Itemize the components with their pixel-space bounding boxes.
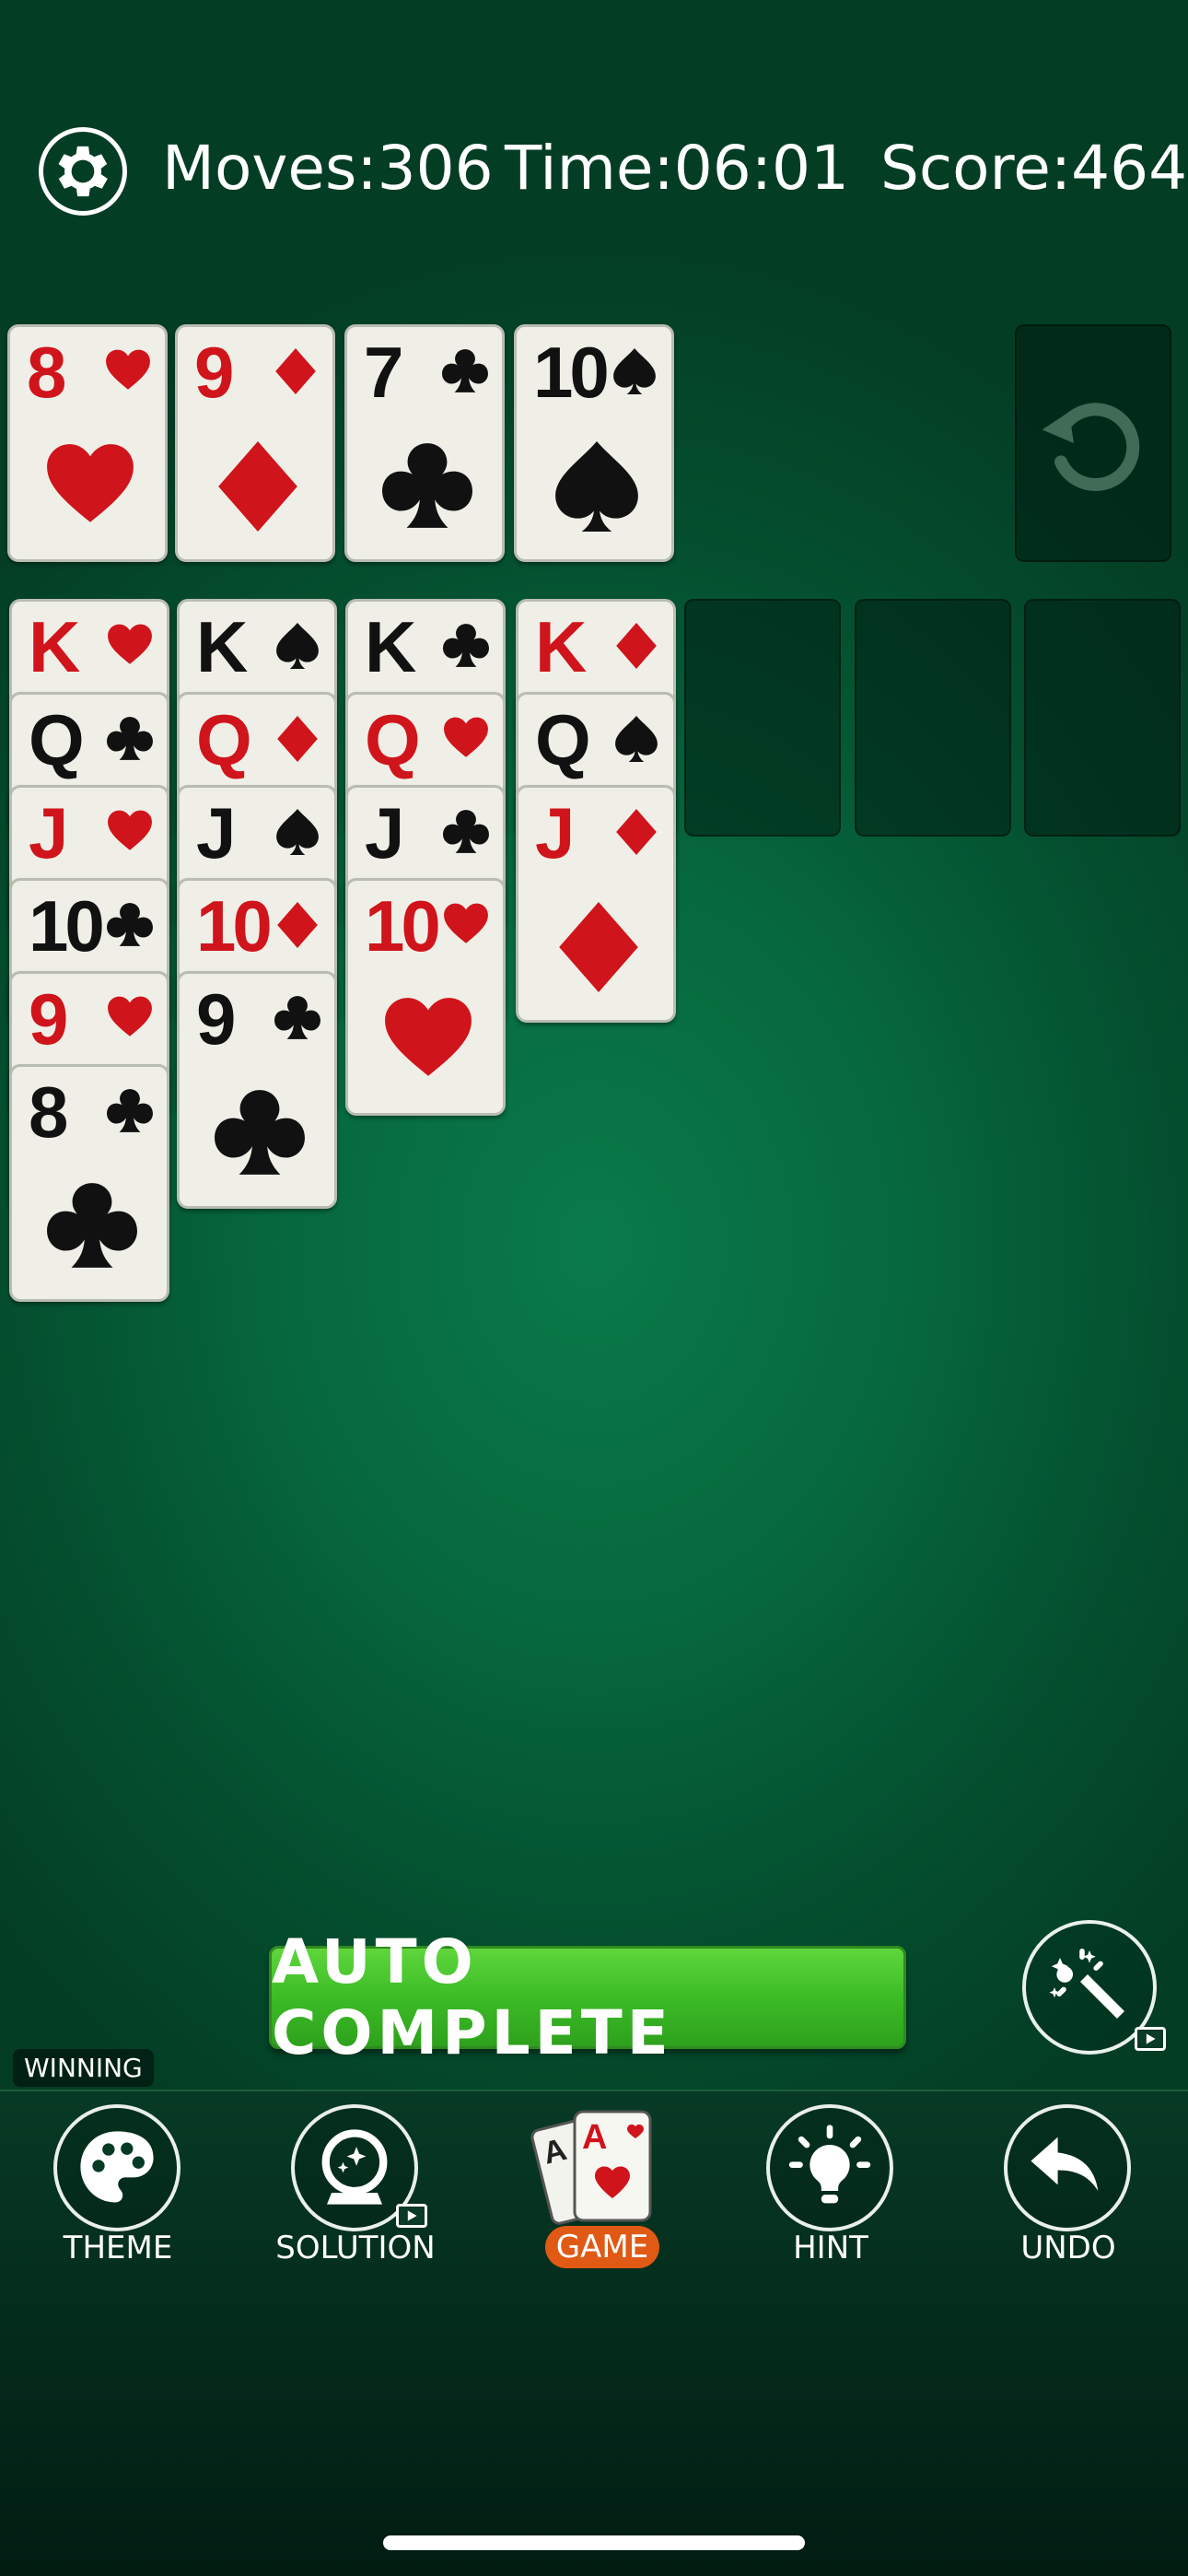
card-rank: 10 bbox=[533, 332, 610, 413]
tableau-card-1-6[interactable]: 8 bbox=[9, 1064, 169, 1302]
auto-complete-button[interactable]: AUTO COMPLETE bbox=[269, 1926, 906, 2068]
diamond-suit-icon bbox=[275, 348, 316, 394]
nav-theme[interactable]: THEME bbox=[26, 2091, 210, 2276]
card-rank: 10 bbox=[29, 885, 105, 966]
diamond-suit-icon bbox=[616, 623, 657, 669]
club-suit-icon bbox=[47, 1183, 137, 1268]
recycle-icon bbox=[1042, 403, 1140, 491]
moves-counter: Moves:306 bbox=[162, 133, 494, 204]
nav-solution[interactable]: SOLUTION bbox=[263, 2091, 448, 2276]
hint-button[interactable] bbox=[766, 2104, 893, 2231]
diamond-suit-icon bbox=[559, 902, 638, 992]
heart-suit-icon bbox=[444, 717, 488, 757]
empty-tableau-slot[interactable] bbox=[684, 599, 841, 837]
diamond-suit-icon bbox=[218, 441, 297, 532]
card-rank: K bbox=[535, 606, 587, 687]
card-rank: 9 bbox=[196, 978, 236, 1060]
club-suit-icon bbox=[443, 810, 489, 853]
tableau-card-4-3[interactable]: J bbox=[516, 785, 676, 1023]
palette-icon bbox=[80, 2131, 154, 2203]
undo-arrow-icon bbox=[1031, 2137, 1099, 2191]
nav-game[interactable]: A A GAME bbox=[508, 2091, 693, 2276]
time-counter: Time:06:01 bbox=[505, 133, 849, 204]
spade-suit-icon bbox=[276, 809, 319, 855]
bottom-nav: THEME SOLUTION A A GAME HINT UNDO bbox=[0, 2090, 1188, 2576]
card-rank: K bbox=[29, 606, 80, 687]
heart-suit-icon bbox=[108, 810, 152, 850]
foundation-card-2[interactable]: 9 bbox=[175, 324, 335, 562]
spade-suit-icon bbox=[615, 716, 658, 762]
card-rank: 7 bbox=[364, 332, 403, 413]
club-suit-icon bbox=[107, 1089, 153, 1132]
undo-button[interactable] bbox=[1004, 2104, 1131, 2231]
empty-tableau-slot[interactable] bbox=[855, 599, 1011, 837]
video-ad-badge-solution bbox=[396, 2204, 427, 2228]
card-rank: K bbox=[196, 606, 248, 687]
foundation-card-1[interactable]: 8 bbox=[7, 324, 168, 562]
winning-badge: WINNING bbox=[13, 2049, 154, 2087]
play-icon bbox=[407, 2210, 417, 2221]
play-icon bbox=[1146, 2033, 1156, 2044]
svg-text:A: A bbox=[582, 2118, 607, 2157]
diamond-suit-icon bbox=[616, 809, 657, 855]
magic-wand-icon bbox=[1049, 1949, 1124, 2019]
theme-label: THEME bbox=[63, 2230, 173, 2266]
spade-suit-icon bbox=[613, 348, 656, 394]
stock-pile[interactable] bbox=[1015, 324, 1171, 562]
card-rank: 8 bbox=[29, 1071, 68, 1153]
card-rank: Q bbox=[29, 699, 85, 780]
card-rank: J bbox=[535, 792, 575, 873]
lightbulb-icon bbox=[788, 2125, 871, 2204]
foundation-card-3[interactable]: 7 bbox=[344, 324, 505, 562]
club-suit-icon bbox=[442, 349, 488, 392]
hint-label: HINT bbox=[793, 2230, 868, 2266]
score-counter: Score:464 bbox=[880, 133, 1188, 204]
club-suit-icon bbox=[107, 903, 153, 946]
heart-suit-icon bbox=[444, 903, 488, 943]
cards-icon: A A bbox=[530, 2110, 652, 2225]
heart-suit-icon bbox=[106, 349, 150, 390]
undo-label: UNDO bbox=[1020, 2230, 1116, 2266]
solution-label: SOLUTION bbox=[275, 2230, 436, 2266]
game-label: GAME bbox=[545, 2226, 659, 2268]
video-ad-badge bbox=[1135, 2027, 1166, 2051]
tableau-card-2-5[interactable]: 9 bbox=[177, 971, 337, 1209]
spade-suit-icon bbox=[555, 441, 638, 532]
nav-undo[interactable]: UNDO bbox=[976, 2091, 1160, 2276]
tableau-card-3-4[interactable]: 10 bbox=[345, 878, 506, 1116]
card-rank: Q bbox=[196, 699, 252, 780]
theme-button[interactable] bbox=[53, 2104, 181, 2231]
club-suit-icon bbox=[107, 717, 153, 760]
settings-button[interactable] bbox=[39, 127, 127, 216]
home-indicator[interactable] bbox=[383, 2535, 805, 2550]
card-rank: 9 bbox=[194, 332, 234, 413]
gear-icon bbox=[58, 146, 108, 197]
club-suit-icon bbox=[215, 1090, 305, 1175]
crystal-ball-icon bbox=[321, 2129, 388, 2205]
card-rank: 9 bbox=[29, 978, 68, 1060]
card-rank: J bbox=[196, 792, 236, 873]
diamond-suit-icon bbox=[277, 716, 318, 762]
heart-suit-icon bbox=[108, 996, 152, 1036]
card-rank: 10 bbox=[365, 885, 441, 966]
card-rank: J bbox=[29, 792, 68, 873]
card-rank: J bbox=[365, 792, 404, 873]
card-rank: 8 bbox=[27, 332, 66, 413]
empty-tableau-slot[interactable] bbox=[1024, 599, 1181, 837]
card-rank: 10 bbox=[196, 885, 273, 966]
heart-suit-icon bbox=[47, 444, 134, 522]
heart-suit-icon bbox=[385, 998, 472, 1076]
card-rank: Q bbox=[535, 699, 591, 780]
heart-suit-icon bbox=[108, 624, 152, 664]
card-rank: Q bbox=[365, 699, 421, 780]
card-rank: K bbox=[365, 606, 416, 687]
club-suit-icon bbox=[443, 624, 489, 667]
club-suit-icon bbox=[274, 996, 320, 1039]
foundation-card-4[interactable]: 10 bbox=[514, 324, 674, 562]
nav-hint[interactable]: HINT bbox=[739, 2091, 923, 2276]
diamond-suit-icon bbox=[277, 902, 318, 948]
club-suit-icon bbox=[382, 443, 472, 528]
spade-suit-icon bbox=[276, 623, 319, 669]
header-bar: Moves:306 Time:06:01 Score:464 bbox=[0, 120, 1188, 221]
